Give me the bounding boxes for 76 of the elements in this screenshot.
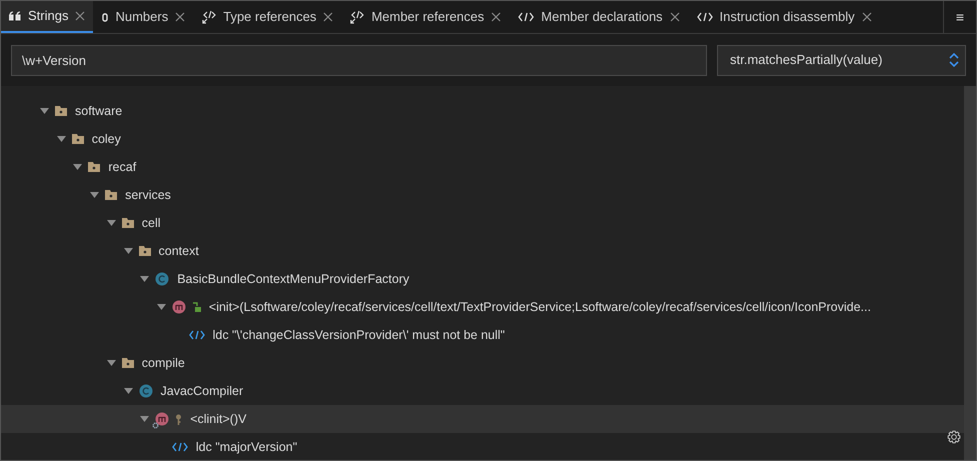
- tree-row[interactable]: compile: [1, 349, 964, 377]
- folder-icon: [122, 358, 134, 368]
- tree-label: ldc "majorVersion": [196, 438, 298, 456]
- tree-label: context: [158, 242, 199, 260]
- tree-label: cell: [142, 214, 161, 232]
- folder-icon: [88, 162, 100, 172]
- tree-row[interactable]: <clinit>()V: [1, 405, 964, 433]
- match-mode-value: str.matchesPartially(value): [730, 51, 884, 70]
- close-icon[interactable]: [175, 12, 186, 22]
- tree-label: coley: [92, 130, 121, 148]
- close-icon[interactable]: [323, 12, 334, 22]
- folder-icon: [138, 246, 150, 256]
- tree-label: services: [125, 186, 171, 204]
- tab[interactable]: Type references: [193, 1, 342, 33]
- folder-icon: [122, 218, 134, 228]
- disclosure-triangle-icon[interactable]: [140, 416, 150, 422]
- tree-label: <clinit>()V: [190, 410, 246, 428]
- folder-icon: [55, 106, 67, 116]
- tree-label: ldc "\'changeClassVersionProvider\' must not be null": [212, 326, 505, 344]
- menu-button[interactable]: ≡: [943, 1, 976, 33]
- search-field[interactable]: \w+Version: [11, 44, 707, 76]
- scrollbar[interactable]: [964, 86, 976, 460]
- tree-label: BasicBundleContextMenuProviderFactory: [177, 270, 410, 288]
- settings-icon[interactable]: [947, 430, 961, 444]
- close-icon[interactable]: [862, 12, 872, 22]
- tree-row[interactable]: services: [1, 181, 964, 209]
- disclosure-triangle-icon[interactable]: [56, 136, 66, 142]
- disclosure-triangle-icon[interactable]: [106, 220, 116, 226]
- tab[interactable]: Instruction disassembly: [688, 1, 880, 33]
- close-icon[interactable]: [75, 11, 86, 21]
- close-icon[interactable]: [491, 12, 502, 22]
- class-circle-icon: [155, 272, 170, 286]
- tree-row[interactable]: BasicBundleContextMenuProviderFactory: [1, 265, 964, 293]
- tree-row[interactable]: software: [1, 97, 964, 125]
- disclosure-triangle-icon[interactable]: [124, 248, 132, 254]
- folder-icon: [72, 134, 84, 144]
- code-icon: [518, 12, 534, 22]
- quote-icon: [9, 11, 21, 21]
- disclosure-triangle-icon[interactable]: [40, 108, 49, 114]
- tab[interactable]: Member references: [341, 1, 510, 33]
- tree-label: <init>(Lsoftware/coley/recaf/services/cell/text/TextProviderService;Lsoftware/coley/recaf/services/cell/icon/IconProvide...: [208, 298, 871, 316]
- tree-label: software: [75, 102, 122, 120]
- class-circle-icon: [138, 384, 152, 398]
- tab[interactable]: Member declarations: [509, 1, 688, 33]
- code-arrow-icon: [202, 10, 216, 24]
- zero-icon: [102, 12, 108, 22]
- match-mode-dropdown[interactable]: str.matchesPartially(value): [717, 44, 966, 76]
- method-circle-icon: [155, 412, 170, 426]
- tree-label: compile: [142, 354, 185, 372]
- tree-label: JavacCompiler: [160, 382, 244, 400]
- tree-label: recaf: [108, 158, 136, 176]
- tree-row[interactable]: context: [1, 237, 964, 265]
- tree-row[interactable]: cell: [1, 209, 964, 237]
- close-icon[interactable]: [670, 12, 680, 22]
- tab[interactable]: Strings: [1, 1, 94, 33]
- folder-icon: [105, 190, 118, 200]
- disclosure-triangle-icon[interactable]: [140, 276, 150, 282]
- tree-row[interactable]: recaf: [1, 153, 964, 181]
- tree-row[interactable]: ldc "majorVersion": [1, 433, 964, 460]
- code-icon: [172, 442, 188, 452]
- spinner-arrows-icon: [949, 52, 959, 68]
- disclosure-triangle-icon[interactable]: [106, 360, 116, 366]
- code-icon: [188, 330, 205, 340]
- code-icon: [696, 12, 713, 22]
- tab[interactable]: Numbers: [93, 1, 194, 33]
- tree-row[interactable]: ldc "\'changeClassVersionProvider\' must not be null": [1, 321, 964, 349]
- tree-row[interactable]: JavacCompiler: [1, 377, 964, 405]
- disclosure-triangle-icon[interactable]: [90, 192, 100, 198]
- method-circle-icon: [172, 300, 186, 314]
- disclosure-triangle-icon[interactable]: [73, 164, 82, 170]
- disclosure-triangle-icon[interactable]: [124, 388, 132, 394]
- tree-row[interactable]: coley: [1, 125, 964, 153]
- disclosure-triangle-icon[interactable]: [156, 304, 166, 310]
- tree-row[interactable]: <init>(Lsoftware/coley/recaf/services/cell/text/TextProviderService;Lsoftware/coley/recaf/services/cell/icon/IconProvide...: [1, 293, 964, 321]
- code-arrow-icon: [350, 10, 364, 24]
- gear-icon: [152, 422, 160, 429]
